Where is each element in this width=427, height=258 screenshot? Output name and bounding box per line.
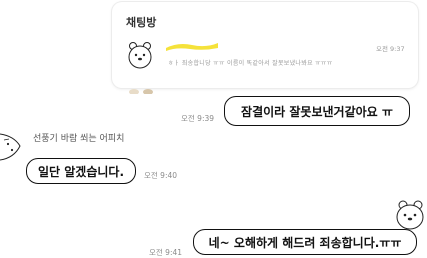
quoted-message-time: 오전 9:37 xyxy=(376,45,405,53)
quoted-message-card[interactable]: 채팅방 ㅎㅏ 죄송합니당 ㅠㅠ 이름이 똑같아서 잘못보냈나봐요 ㅠㅠㅠ 오전 … xyxy=(112,2,418,88)
redacted-name-highlight xyxy=(166,43,218,51)
chat-bubble-incoming[interactable]: 일단 알겠습니다. xyxy=(26,158,136,184)
message-time: 오전 9:40 xyxy=(144,171,178,180)
message-time: 오전 9:41 xyxy=(149,248,183,257)
message-time: 오전 9:39 xyxy=(181,114,215,123)
character-avatar-icon xyxy=(0,133,21,161)
quoted-message-text: ㅎㅏ 죄송합니당 ㅠㅠ 이름이 똑같아서 잘못보냈나봐요 ㅠㅠㅠ xyxy=(168,60,333,67)
sender-name[interactable]: 선풍기 바람 쐬는 어피치 xyxy=(33,131,124,144)
bear-character-icon xyxy=(396,200,424,230)
partial-avatar-strip xyxy=(129,89,153,94)
chat-bubble-outgoing[interactable]: 네~ 오해하게 해드려 죄송합니다.ㅠㅠ xyxy=(193,229,417,255)
quoted-chat-title: 채팅방 xyxy=(126,16,157,29)
bear-character-icon xyxy=(128,42,152,69)
chat-bubble-outgoing[interactable]: 잠결이라 잘못보낸거같아요 ㅠ xyxy=(224,96,410,126)
